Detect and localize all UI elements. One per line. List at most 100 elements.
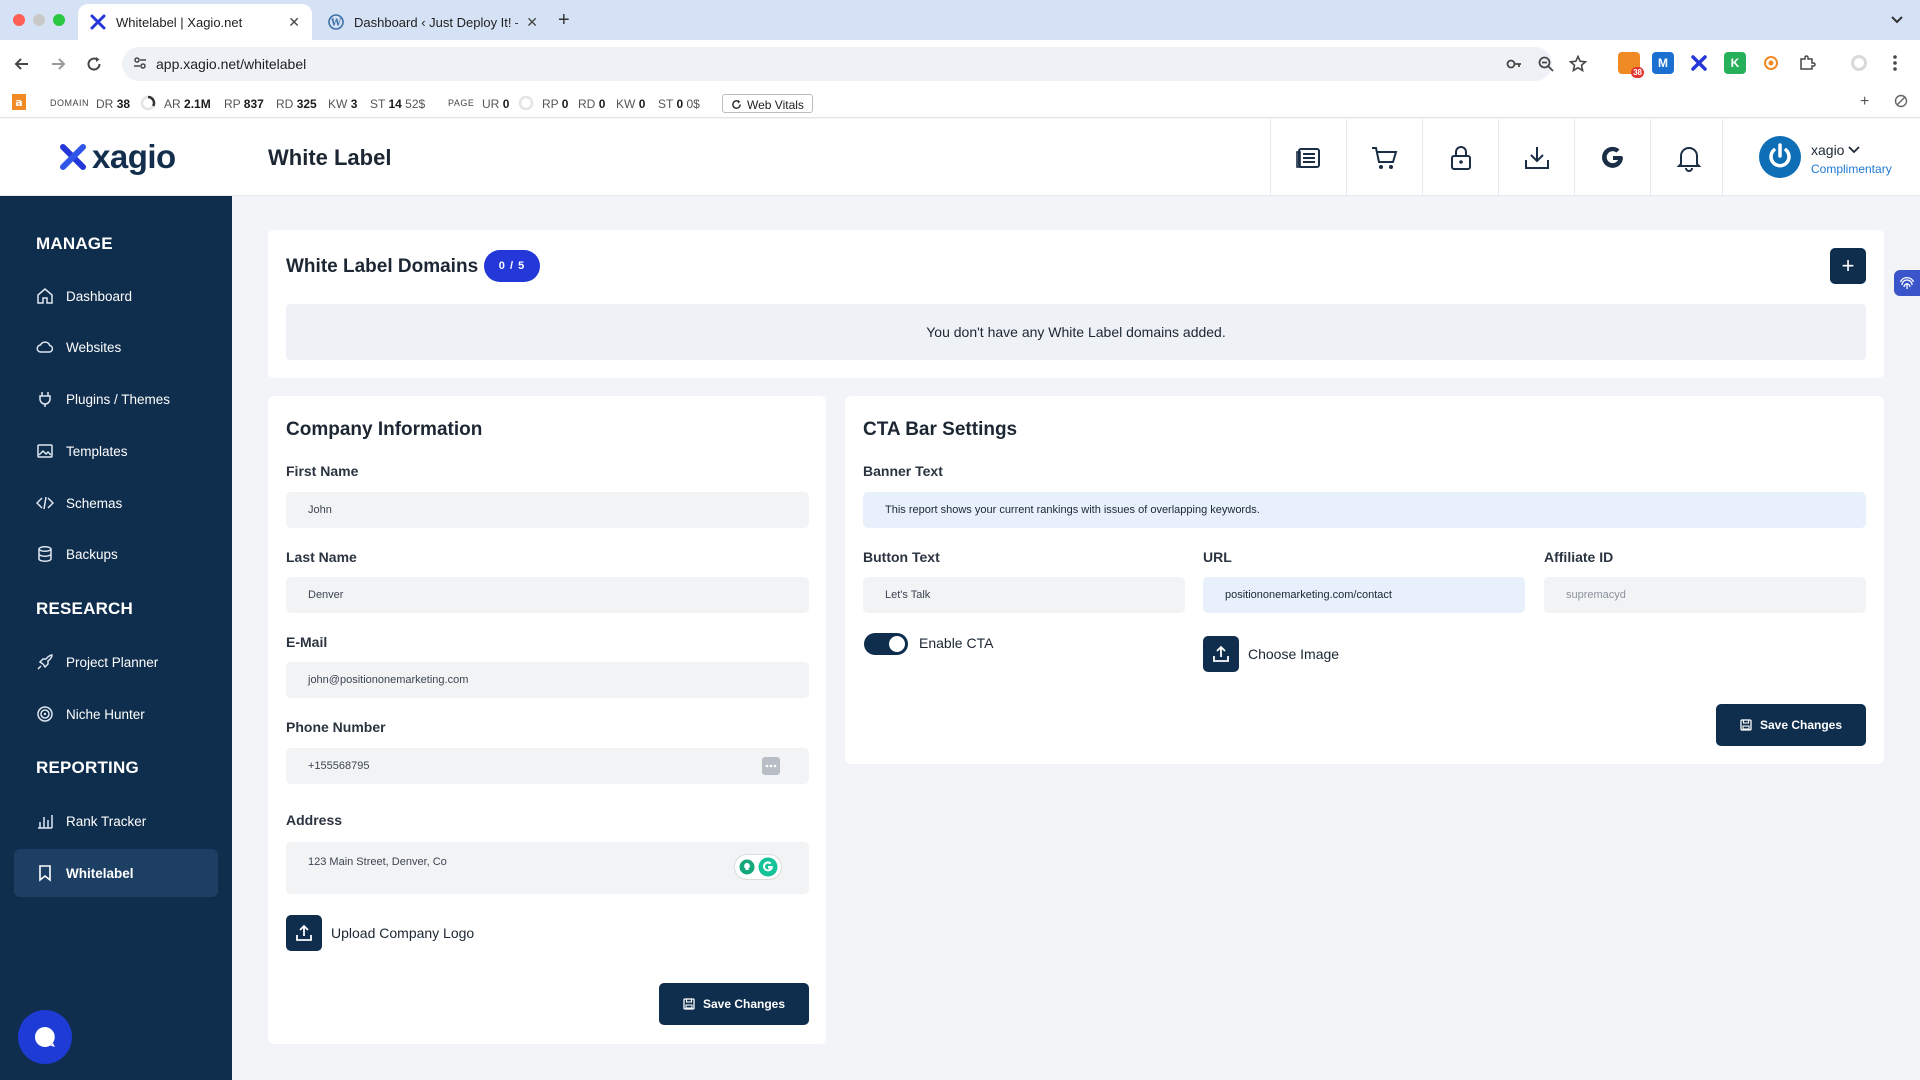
- sidebar-item-rank-tracker[interactable]: Rank Tracker: [14, 797, 218, 845]
- rp-value: 837: [243, 97, 264, 111]
- upload-logo-button[interactable]: [286, 915, 322, 951]
- extension-m-icon[interactable]: M: [1652, 52, 1674, 74]
- domain-rp: RP 837: [224, 97, 264, 111]
- sidebar-item-dashboard[interactable]: Dashboard: [14, 272, 218, 320]
- rd-value: 325: [296, 97, 317, 111]
- address-textarea[interactable]: 123 Main Street, Denver, Co: [286, 842, 809, 894]
- rp-label: RP: [224, 97, 241, 111]
- save-cta-button[interactable]: Save Changes: [1716, 704, 1866, 746]
- pst-money: 0$: [686, 97, 700, 111]
- autofill-icon[interactable]: [762, 757, 780, 775]
- download-icon[interactable]: [1498, 119, 1574, 196]
- save-company-button[interactable]: Save Changes: [659, 983, 809, 1025]
- close-tab-icon[interactable]: ✕: [288, 14, 300, 31]
- sidebar-item-niche-hunter[interactable]: Niche Hunter: [14, 690, 218, 738]
- phone-input[interactable]: +155568795: [286, 748, 809, 784]
- add-domain-button[interactable]: +: [1830, 248, 1866, 284]
- logo-text: xagio: [92, 138, 176, 175]
- zoom-icon[interactable]: [1537, 55, 1555, 73]
- page-ur: UR 0: [482, 97, 509, 111]
- domain-ar: AR 2.1M: [164, 97, 211, 111]
- sidebar-item-whitelabel[interactable]: Whitelabel: [14, 849, 218, 897]
- close-window-button[interactable]: [13, 14, 25, 26]
- save-company-label: Save Changes: [702, 997, 786, 1011]
- bookmark-star-icon[interactable]: [1569, 55, 1587, 73]
- user-menu[interactable]: xagio Complimentary: [1722, 119, 1920, 196]
- page-rp: RP 0: [542, 97, 568, 111]
- back-icon[interactable]: [10, 52, 34, 76]
- ur-ring-icon: [518, 95, 534, 111]
- maximize-window-button[interactable]: [53, 14, 65, 26]
- last-name-input[interactable]: Denver: [286, 577, 809, 613]
- affiliate-id-input[interactable]: supremacyd: [1544, 577, 1866, 613]
- browser-menu-icon[interactable]: [1884, 52, 1906, 74]
- ahrefs-logo-icon[interactable]: a: [12, 94, 26, 110]
- notifications-bell-icon[interactable]: [1650, 119, 1726, 196]
- prd-label: RD: [578, 97, 596, 111]
- web-vitals-button[interactable]: Web Vitals: [722, 94, 813, 113]
- kw-label: KW: [328, 97, 348, 111]
- seobar-disable-icon[interactable]: [1894, 94, 1908, 108]
- extension-target-icon[interactable]: [1760, 52, 1782, 74]
- empty-domains-message: You don't have any White Label domains a…: [286, 304, 1866, 360]
- sidebar-item-plugins-themes[interactable]: Plugins / Themes: [14, 375, 218, 423]
- minimize-window-button[interactable]: [33, 14, 45, 26]
- fingerprint-side-tab[interactable]: [1894, 270, 1920, 296]
- email-input[interactable]: john@positiononemarketing.com: [286, 662, 809, 698]
- ur-label: UR: [482, 97, 500, 111]
- profile-icon[interactable]: [1848, 52, 1870, 74]
- pkw-value: 0: [638, 97, 646, 111]
- rd-label: RD: [276, 97, 294, 111]
- domains-title: White Label Domains: [286, 256, 479, 277]
- browser-tab-whitelabel[interactable]: Whitelabel | Xagio.net ✕: [78, 4, 312, 40]
- button-text-input[interactable]: Let's Talk: [863, 577, 1185, 613]
- seobar-add-icon[interactable]: +: [1860, 93, 1869, 111]
- extension-seo-icon[interactable]: 38: [1618, 52, 1644, 78]
- avatar[interactable]: [1759, 136, 1801, 178]
- sidebar-item-project-planner[interactable]: Project Planner: [14, 638, 218, 686]
- st-label: ST: [370, 97, 386, 111]
- user-name[interactable]: xagio: [1811, 142, 1861, 158]
- domain-dr: DR 38: [96, 97, 130, 111]
- st-value: 14: [388, 97, 402, 111]
- chat-widget-button[interactable]: [18, 1010, 72, 1064]
- password-key-icon[interactable]: [1505, 55, 1523, 73]
- user-name-text: xagio: [1811, 142, 1845, 158]
- extension-xagio-icon[interactable]: [1688, 52, 1710, 74]
- close-tab-icon[interactable]: ✕: [526, 14, 538, 31]
- sidebar-item-websites[interactable]: Websites: [14, 323, 218, 371]
- grammar-assistant-widget[interactable]: [734, 854, 782, 880]
- tab-search-icon[interactable]: [1890, 12, 1904, 26]
- banner-text-input[interactable]: This report shows your current rankings …: [863, 492, 1866, 528]
- choose-image-label[interactable]: Choose Image: [1248, 646, 1339, 662]
- pst-value: 0: [676, 97, 684, 111]
- extensions-puzzle-icon[interactable]: [1796, 52, 1818, 74]
- reload-icon[interactable]: [82, 52, 106, 76]
- sidebar-item-backups[interactable]: Backups: [14, 530, 218, 578]
- phone-label: Phone Number: [286, 719, 386, 735]
- browser-tab-dashboard[interactable]: W Dashboard ‹ Just Deploy It! — ✕: [316, 4, 550, 40]
- first-name-input[interactable]: John: [286, 492, 809, 528]
- upload-logo-label[interactable]: Upload Company Logo: [331, 925, 474, 941]
- save-cta-label: Save Changes: [1759, 718, 1843, 732]
- new-tab-button[interactable]: +: [558, 9, 570, 32]
- page-kw: KW 0: [616, 97, 645, 111]
- forward-icon[interactable]: [46, 52, 70, 76]
- cta-url-input[interactable]: positiononemarketing.com/contact: [1203, 577, 1525, 613]
- sidebar-item-schemas[interactable]: Schemas: [14, 479, 218, 527]
- lock-icon[interactable]: [1422, 119, 1498, 196]
- sidebar-item-templates[interactable]: Templates: [14, 427, 218, 475]
- sidebar-section-reporting: REPORTING: [36, 758, 139, 777]
- site-info-icon[interactable]: [132, 55, 150, 73]
- address-bar[interactable]: app.xagio.net/whitelabel: [122, 47, 1587, 81]
- extension-k-icon[interactable]: K: [1724, 52, 1746, 74]
- fingerprint-icon: [1899, 276, 1915, 289]
- cart-icon[interactable]: [1346, 119, 1422, 196]
- grammarly-icon: [758, 857, 777, 877]
- enable-cta-toggle[interactable]: [864, 633, 908, 655]
- xagio-logo[interactable]: xagio: [60, 138, 176, 175]
- google-icon[interactable]: [1574, 119, 1650, 196]
- news-icon[interactable]: [1270, 119, 1346, 196]
- page-st: ST 0 0$: [658, 97, 700, 111]
- choose-image-button[interactable]: [1203, 636, 1239, 672]
